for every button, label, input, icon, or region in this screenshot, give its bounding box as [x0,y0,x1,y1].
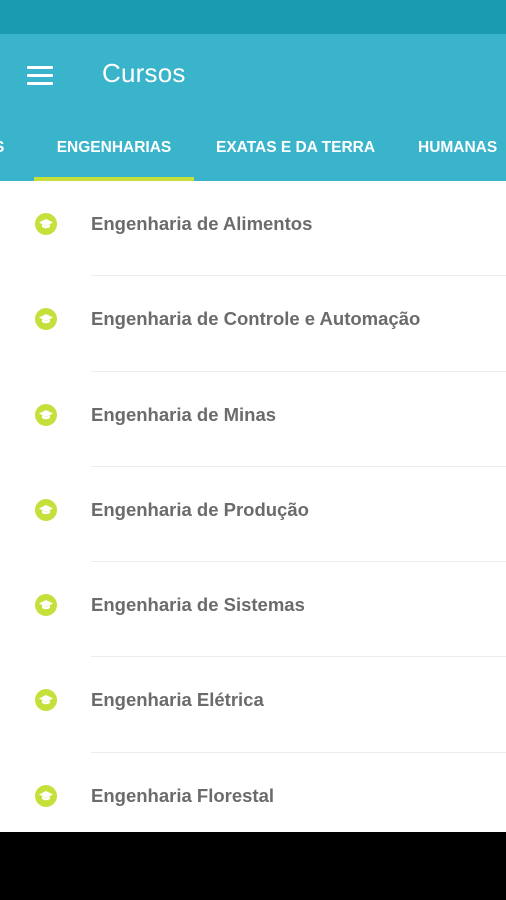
course-label: Engenharia Florestal [91,784,274,806]
tab-bar: S ENGENHARIAS EXATAS E DA TERRA HUMANAS [0,116,506,181]
menu-line [27,82,53,85]
system-navigation-bar [0,832,506,900]
course-label: Engenharia de Alimentos [91,213,313,234]
tab-exatas-e-da-terra[interactable]: EXATAS E DA TERRA [216,116,375,181]
course-item-engenharia-florestal[interactable]: Engenharia Florestal [0,753,506,832]
tab-previous[interactable]: S [0,116,4,181]
tab-engenharias[interactable]: ENGENHARIAS [34,116,194,181]
tab-humanas[interactable]: HUMANAS [418,116,497,181]
course-label: Engenharia Elétrica [91,689,264,711]
graduation-cap-icon [35,594,57,617]
course-item-engenharia-de-sistemas[interactable]: Engenharia de Sistemas [0,562,506,658]
graduation-cap-icon [35,498,57,521]
menu-line [27,74,53,77]
course-item-engenharia-de-producao[interactable]: Engenharia de Produção [0,467,506,563]
course-label: Engenharia de Sistemas [91,594,305,616]
app-bar: Cursos [0,34,506,116]
graduation-cap-icon [35,213,57,235]
course-list: Engenharia de Alimentos Engenharia de Co… [0,181,506,832]
course-item-engenharia-de-controle-e-automacao[interactable]: Engenharia de Controle e Automação [0,276,506,372]
graduation-cap-icon [35,403,57,426]
graduation-cap-icon [35,689,57,712]
course-label: Engenharia de Minas [91,403,277,425]
page-title: Cursos [102,58,186,88]
graduation-cap-icon [35,784,57,807]
course-item-engenharia-eletrica[interactable]: Engenharia Elétrica [0,657,506,753]
course-label: Engenharia de Produção [91,498,309,520]
status-bar [0,0,506,34]
menu-line [27,66,53,69]
course-item-engenharia-de-minas[interactable]: Engenharia de Minas [0,372,506,467]
graduation-cap-icon [35,308,57,331]
course-item-engenharia-de-alimentos[interactable]: Engenharia de Alimentos [0,181,506,277]
hamburger-menu-icon[interactable] [14,56,66,94]
course-label: Engenharia de Controle e Automação [91,308,421,330]
